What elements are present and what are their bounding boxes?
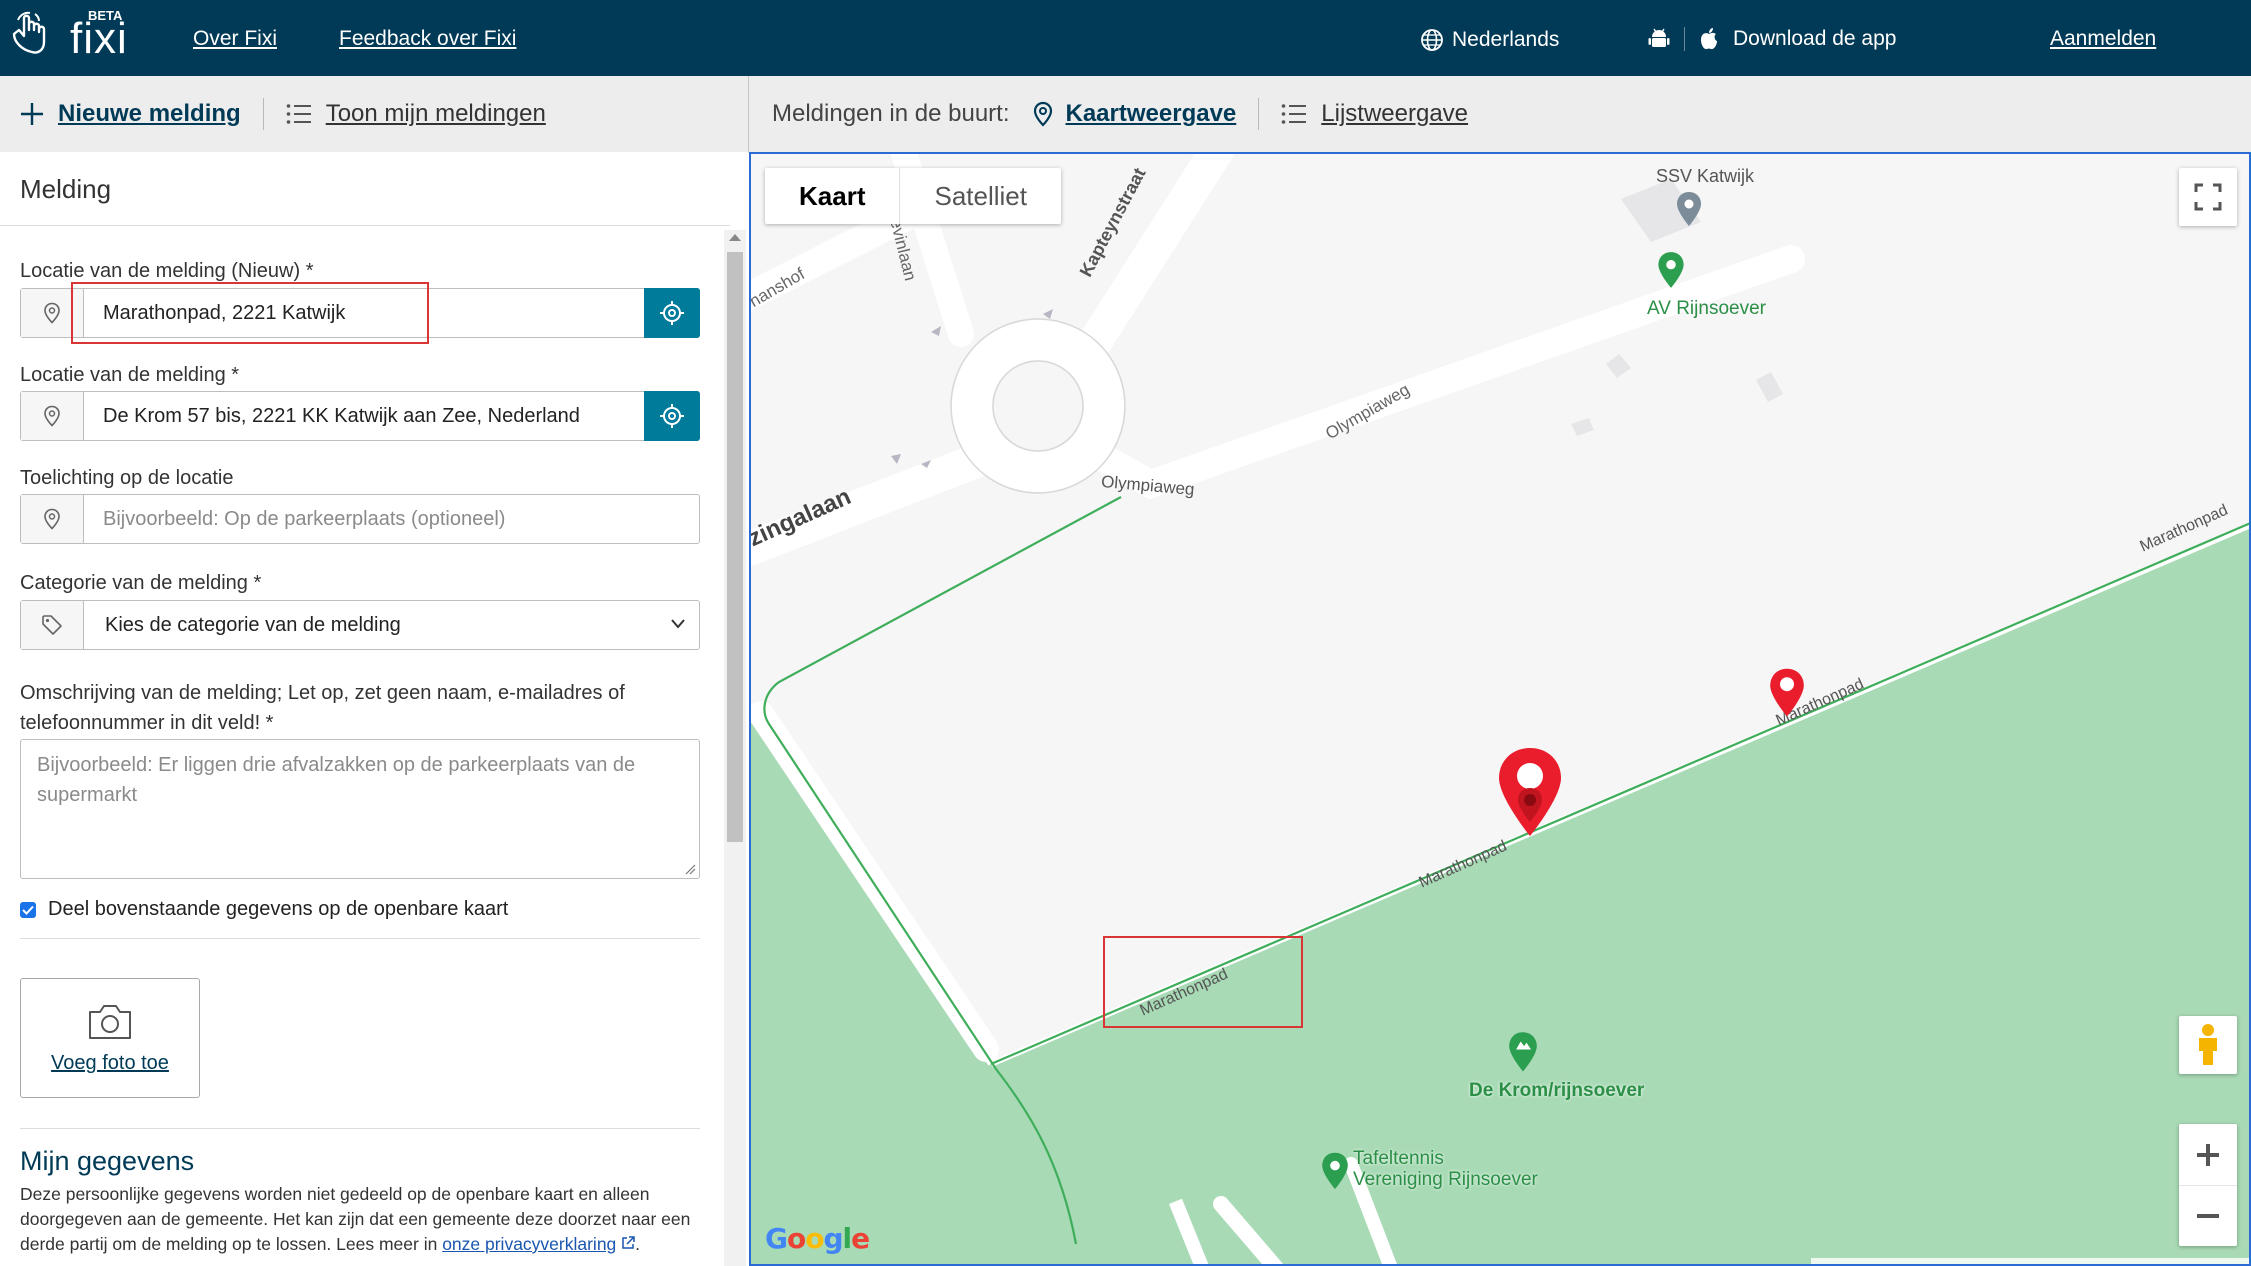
- panel-title: Melding: [20, 174, 112, 204]
- list-view-link[interactable]: Lijstweergave: [1321, 100, 1468, 128]
- language-label: Nederlands: [1452, 28, 1560, 51]
- privacy-link[interactable]: onze privacyverklaring: [442, 1234, 616, 1254]
- divider: [1684, 27, 1685, 51]
- google-logo[interactable]: Google: [765, 1222, 870, 1255]
- location-value[interactable]: De Krom 57 bis, 2221 KK Katwijk aan Zee,…: [103, 405, 580, 428]
- divider: [20, 938, 700, 939]
- map-type-control: Kaart Satelliet: [765, 168, 1061, 224]
- poi-label-line: Tafeltennis: [1353, 1148, 1444, 1169]
- top-header: fixi BETA Over Fixi Feedback over Fixi N…: [0, 0, 2251, 76]
- plus-icon: [2197, 1143, 2219, 1166]
- location-pin-icon: [21, 289, 84, 337]
- location-field[interactable]: De Krom 57 bis, 2221 KK Katwijk aan Zee,…: [20, 391, 700, 441]
- login-link[interactable]: Aanmelden: [2050, 27, 2156, 51]
- report-marker-icon[interactable]: [1766, 666, 1808, 722]
- list-icon: [1281, 104, 1307, 124]
- divider: [748, 76, 749, 152]
- share-checkbox-row[interactable]: Deel bovenstaande gegevens op de openbar…: [20, 898, 508, 921]
- location-pin-icon: [21, 392, 84, 440]
- divider: [0, 225, 730, 226]
- my-reports-link[interactable]: Toon mijn meldingen: [326, 100, 546, 128]
- selected-location-marker-icon[interactable]: [1493, 744, 1567, 844]
- map-type-map-button[interactable]: Kaart: [765, 168, 901, 224]
- pegman-icon: [2199, 1024, 2217, 1065]
- minus-icon: [2197, 1213, 2219, 1218]
- description-placeholder: Bijvoorbeeld: Er liggen drie afvalzakken…: [37, 754, 636, 806]
- divider: [262, 98, 264, 130]
- divider: [20, 1128, 700, 1129]
- description-label: Omschrijving van de melding; Let op, zet…: [20, 682, 625, 734]
- camera-icon: [89, 1005, 131, 1039]
- category-select[interactable]: Kies de categorie van de melding: [20, 600, 700, 650]
- fullscreen-icon: [2194, 183, 2222, 211]
- crosshair-icon: [660, 404, 684, 428]
- location-new-value[interactable]: Marathonpad, 2221 Katwijk: [103, 302, 345, 325]
- location-note-placeholder: Bijvoorbeeld: Op de parkeerplaats (optio…: [103, 508, 506, 530]
- add-photo-button[interactable]: Voeg foto toe: [20, 978, 200, 1098]
- category-value: Kies de categorie van de melding: [105, 614, 401, 636]
- map-attribution: [1811, 1258, 2249, 1264]
- crosshair-icon: [660, 301, 684, 325]
- download-label: Download de app: [1733, 27, 1897, 50]
- add-photo-label: Voeg foto toe: [51, 1052, 169, 1074]
- location-label: Locatie van de melding *: [20, 364, 240, 386]
- poi-label: Tafeltennis Vereniging Rijnsoever: [1353, 1148, 1538, 1190]
- map-view[interactable]: Kapteynstraat Stevinlaan hanshof zingala…: [749, 152, 2251, 1266]
- external-link-icon: [622, 1236, 635, 1249]
- category-label: Categorie van de melding *: [20, 572, 262, 594]
- android-icon: [1648, 28, 1670, 47]
- sub-toolbar: Nieuwe melding Toon mijn meldingen Meldi…: [0, 76, 2251, 153]
- download-app[interactable]: Download de app: [1648, 27, 1896, 51]
- plus-icon: [21, 103, 43, 125]
- my-details-text: Deze persoonlijke gegevens worden niet g…: [20, 1182, 710, 1257]
- poi-label-line: Vereniging Rijnsoever: [1353, 1169, 1538, 1190]
- poi-pin-icon[interactable]: [1319, 1150, 1351, 1194]
- map-view-link[interactable]: Kaartweergave: [1066, 100, 1237, 128]
- share-checkbox-label: Deel bovenstaande gegevens op de openbar…: [48, 898, 509, 920]
- poi-pin-icon[interactable]: [1655, 250, 1687, 292]
- chevron-down-icon: [671, 619, 685, 629]
- park-pin-icon[interactable]: [1505, 1030, 1541, 1076]
- locate-me-button[interactable]: [644, 391, 700, 441]
- list-icon: [286, 104, 311, 124]
- map-type-satellite-button[interactable]: Satelliet: [900, 168, 1061, 224]
- scroll-up-arrow[interactable]: [729, 234, 741, 241]
- resize-handle-icon[interactable]: [684, 863, 696, 875]
- divider: [1258, 98, 1260, 130]
- map-pin-icon: [1033, 101, 1052, 127]
- poi-pin-icon[interactable]: [1674, 190, 1704, 230]
- apple-icon: [1701, 28, 1717, 50]
- street-view-button[interactable]: [2179, 1016, 2237, 1074]
- scrollbar-thumb[interactable]: [727, 252, 743, 842]
- checkmark-icon: [22, 905, 34, 915]
- beta-badge: BETA: [88, 8, 123, 23]
- nav-link-feedback[interactable]: Feedback over Fixi: [339, 27, 516, 51]
- locate-me-button[interactable]: [644, 288, 700, 338]
- location-new-field[interactable]: Marathonpad, 2221 Katwijk: [20, 288, 700, 338]
- new-report-link[interactable]: Nieuwe melding: [58, 100, 241, 128]
- globe-icon: [1421, 29, 1443, 51]
- tag-icon: [21, 601, 84, 649]
- share-checkbox[interactable]: [20, 901, 36, 918]
- nav-link-over-fixi[interactable]: Over Fixi: [193, 27, 277, 51]
- privacy-suffix: .: [635, 1234, 641, 1254]
- nearby-label: Meldingen in de buurt:: [772, 100, 1010, 127]
- report-form-panel: Melding Locatie van de melding (Nieuw) *…: [0, 152, 748, 1266]
- my-details-title: Mijn gegevens: [20, 1146, 195, 1176]
- fullscreen-button[interactable]: [2179, 168, 2237, 226]
- poi-label: De Krom/rijnsoever: [1469, 1080, 1645, 1101]
- location-pin-icon: [21, 495, 84, 543]
- poi-label: AV Rijnsoever: [1647, 298, 1766, 319]
- zoom-in-button[interactable]: [2179, 1125, 2237, 1186]
- poi-label: SSV Katwijk: [1656, 166, 1755, 186]
- location-note-label: Toelichting op de locatie: [20, 467, 234, 489]
- description-textarea[interactable]: Bijvoorbeeld: Er liggen drie afvalzakken…: [20, 739, 700, 879]
- fixi-logo[interactable]: fixi BETA: [10, 8, 145, 66]
- language-selector[interactable]: Nederlands: [1420, 28, 1559, 52]
- location-new-label: Locatie van de melding (Nieuw) *: [20, 260, 314, 282]
- location-note-input[interactable]: Bijvoorbeeld: Op de parkeerplaats (optio…: [20, 494, 700, 544]
- zoom-control: [2179, 1124, 2237, 1246]
- zoom-out-button[interactable]: [2179, 1186, 2237, 1246]
